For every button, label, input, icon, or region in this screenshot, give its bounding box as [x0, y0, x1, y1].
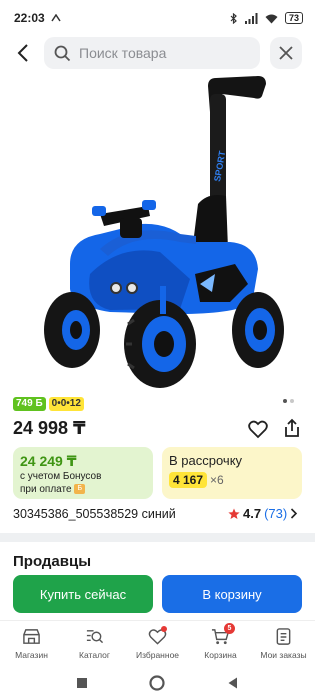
rating-value: 4.7	[243, 506, 262, 521]
nav-orders[interactable]: Мои заказы	[252, 621, 315, 666]
nav-label-store: Магазин	[15, 650, 48, 660]
installment-amount: 4 167	[169, 472, 208, 488]
orders-icon	[276, 628, 291, 645]
cart-count-badge: 5	[224, 623, 235, 634]
search-bar[interactable]	[44, 37, 260, 69]
product-image[interactable]: SPORT	[30, 74, 285, 392]
signal-activity-icon	[51, 14, 61, 22]
catalog-search-icon	[86, 630, 104, 644]
bonus-badge: 749 Б	[13, 397, 46, 411]
installment-multiplier: ×6	[210, 473, 224, 487]
back-nav-icon[interactable]	[226, 676, 240, 690]
star-icon	[228, 508, 240, 519]
nav-store[interactable]: Магазин	[0, 621, 63, 666]
bluetooth-icon	[230, 12, 237, 24]
favorite-heart-icon[interactable]	[248, 419, 268, 439]
share-icon[interactable]	[282, 418, 302, 438]
review-count: (73)	[264, 506, 288, 521]
favorites-notification-dot	[161, 626, 167, 632]
bonus-price-card[interactable]: 24 249 ₸ с учетом Бонусов при оплате Б	[13, 447, 153, 499]
nav-cart[interactable]: 5 Корзина	[189, 621, 252, 666]
installment-card[interactable]: В рассрочку 4 167 ×6	[162, 447, 302, 499]
bonus-caption-2-row: при оплате Б	[20, 484, 146, 496]
close-button[interactable]	[270, 37, 302, 69]
nav-label-cart: Корзина	[204, 650, 237, 660]
front-left-wheel	[44, 292, 100, 368]
buy-now-button[interactable]: Купить сейчас	[13, 575, 153, 613]
promo-badges: 749 Б 0•0•12	[13, 397, 84, 411]
nav-label-favorites: Избранное	[135, 650, 180, 660]
bonus-price: 24 249 ₸	[20, 453, 77, 469]
rear-wheel	[232, 292, 284, 368]
search-input[interactable]	[79, 45, 239, 61]
installment-title: В рассрочку	[169, 453, 243, 468]
back-button[interactable]	[12, 42, 34, 64]
search-header	[0, 36, 315, 70]
nav-favorites[interactable]: Избранное	[126, 621, 189, 666]
image-carousel-indicator	[283, 399, 294, 403]
product-price: 24 998 ₸	[13, 418, 86, 438]
add-to-cart-button[interactable]: В корзину	[162, 575, 302, 613]
recent-apps-icon[interactable]	[75, 676, 89, 690]
system-navigation	[0, 666, 315, 700]
chevron-left-icon	[17, 44, 28, 62]
bonus-caption-1: с учетом Бонусов	[20, 471, 102, 482]
product-sku: 30345386_505538529 синий	[13, 507, 176, 521]
sellers-heading: Продавцы	[13, 553, 92, 570]
installment-row: 4 167 ×6	[169, 472, 295, 488]
carousel-dot	[290, 399, 294, 403]
nav-label-catalog: Каталог	[79, 650, 110, 660]
store-icon	[23, 629, 40, 644]
bottom-navigation: Магазин Каталог Избранное 5 Корзина Мои …	[0, 620, 315, 666]
close-icon	[279, 46, 293, 60]
status-bar: 22:03 73	[0, 0, 315, 36]
mobile-signal-icon	[244, 12, 258, 24]
wifi-icon	[265, 14, 278, 23]
search-icon	[54, 45, 71, 61]
nav-catalog[interactable]: Каталог	[63, 621, 126, 666]
chevron-right-icon	[291, 508, 298, 519]
bonus-caption-2: при оплате	[20, 484, 72, 495]
rating-link[interactable]: 4.7 (73)	[228, 506, 298, 521]
battery-indicator: 73	[284, 12, 303, 24]
carousel-dot-active	[283, 399, 287, 403]
status-time: 22:03	[14, 11, 45, 25]
nav-label-orders: Мои заказы	[260, 650, 307, 660]
installment-badge: 0•0•12	[48, 397, 84, 411]
section-divider	[0, 533, 315, 542]
home-icon[interactable]	[149, 675, 166, 691]
bonus-card-icon: Б	[74, 484, 86, 495]
